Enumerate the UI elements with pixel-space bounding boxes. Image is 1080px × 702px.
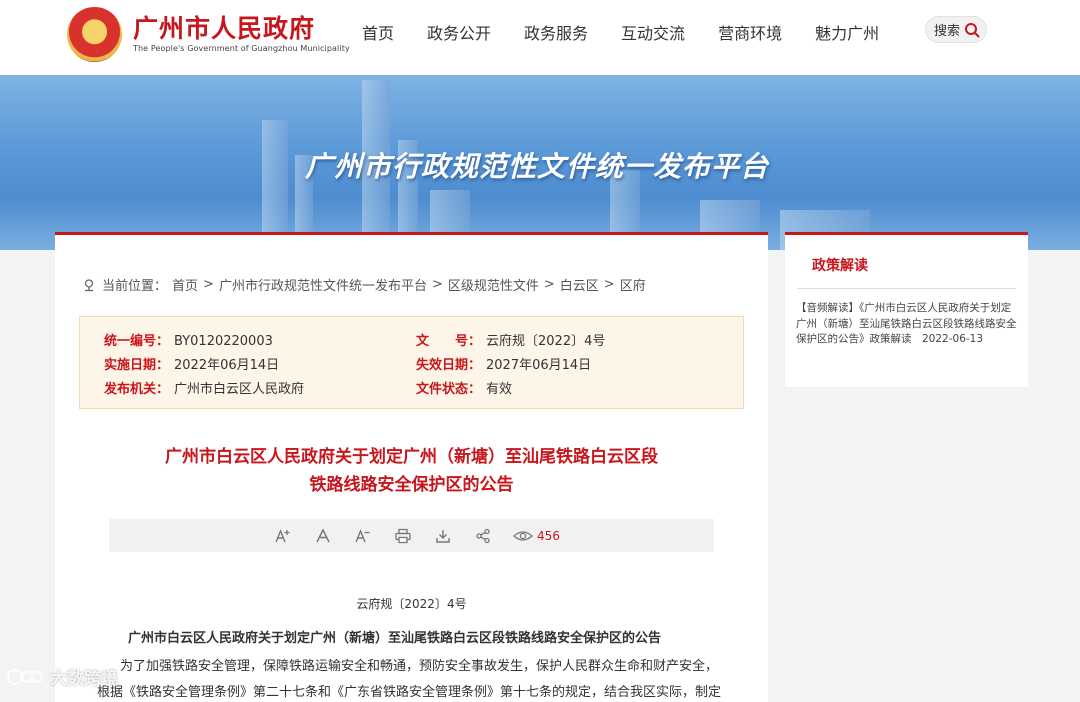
breadcrumb-prefix: 当前位置： — [102, 279, 168, 294]
meta-expire: 失效日期： 2027年06月14日 — [416, 354, 591, 373]
watermark-text: 大数跨境 — [50, 669, 118, 689]
view-count: 456 — [513, 529, 560, 543]
meta-status-label: 文件状态： — [416, 382, 482, 397]
side-panel-link[interactable]: 【音频解读】《广州市白云区人民政府关于划定广州（新塘）至汕尾铁路白云区段铁路线路… — [796, 301, 1018, 348]
breadcrumb-separator: > — [603, 277, 615, 292]
meta-effective-label: 实施日期： — [104, 358, 170, 373]
nav-item-open-gov[interactable]: 政务公开 — [427, 20, 491, 44]
breadcrumb-separator: > — [543, 277, 555, 292]
search-label: 搜索 — [934, 24, 961, 39]
breadcrumb-item-baiyun[interactable]: 白云区 — [560, 275, 599, 294]
breadcrumb-item-home[interactable]: 首页 — [172, 275, 198, 294]
print-button[interactable] — [393, 526, 413, 546]
page-banner: 广州市行政规范性文件统一发布平台 — [0, 75, 1080, 250]
font-decrease-icon — [355, 528, 370, 542]
nav-item-home[interactable]: 首页 — [362, 20, 394, 44]
main-nav: 首页 政务公开 政务服务 互动交流 营商环境 魅力广州 — [362, 20, 912, 44]
download-icon — [436, 529, 450, 543]
meta-doc-no-value: 云府规〔2022〕4号 — [486, 334, 606, 349]
site-logo-title[interactable]: 广州市人民政府 — [133, 9, 315, 45]
breadcrumb-item-platform[interactable]: 广州市行政规范性文件统一发布平台 — [219, 275, 427, 294]
eye-icon — [513, 530, 534, 541]
body-heading: 广州市白云区人民政府关于划定广州（新塘）至汕尾铁路白云区段铁路线路安全保护区的公… — [128, 631, 662, 646]
document-number: 云府规〔2022〕4号 — [356, 597, 467, 611]
meta-effective-value: 2022年06月14日 — [174, 358, 280, 373]
skyline-building — [262, 120, 288, 250]
font-reset-button[interactable] — [313, 526, 333, 546]
site-logo-subtitle: The People's Government of Guangzhou Mun… — [133, 44, 350, 53]
meta-code-value: BY0120220003 — [174, 334, 273, 349]
national-emblem-icon[interactable]: ★ — [67, 7, 122, 62]
breadcrumb-separator: > — [431, 277, 443, 292]
font-decrease-button[interactable] — [353, 526, 373, 546]
site-header: ★ 广州市人民政府 The People's Government of Gua… — [0, 0, 1080, 75]
view-count-value: 456 — [537, 528, 560, 543]
watermark-logo-icon — [7, 668, 43, 685]
document-title: 广州市白云区人民政府关于划定广州（新塘）至汕尾铁路白云区段 铁路线路安全保护区的… — [55, 443, 768, 499]
watermark: 大数跨境 — [6, 664, 118, 689]
divider — [797, 288, 1016, 289]
nav-item-interaction[interactable]: 互动交流 — [621, 20, 685, 44]
meta-expire-label: 失效日期： — [416, 358, 482, 373]
star-icon: ★ — [89, 18, 101, 33]
breadcrumb-separator: > — [203, 277, 214, 292]
body-paragraph-2: 根据《铁路安全管理条例》第二十七条和《广东省铁路安全管理条例》第十七条的规定，结… — [97, 685, 722, 700]
breadcrumb-item-district-docs[interactable]: 区级规范性文件 — [448, 275, 539, 294]
meta-effective: 实施日期： 2022年06月14日 — [104, 354, 279, 373]
share-button[interactable] — [473, 526, 493, 546]
banner-title: 广州市行政规范性文件统一发布平台 — [305, 150, 770, 183]
side-panel-title: 政策解读 — [812, 258, 868, 274]
download-button[interactable] — [433, 526, 453, 546]
font-increase-button[interactable] — [273, 526, 293, 546]
meta-expire-value: 2027年06月14日 — [486, 358, 592, 373]
body-paragraph-1: 为了加强铁路安全管理，保障铁路运输安全和畅通，预防安全事故发生，保护人民群众生命… — [120, 659, 719, 674]
font-reset-icon — [316, 527, 330, 542]
nav-item-business[interactable]: 营商环境 — [718, 20, 782, 44]
location-pin-icon — [84, 278, 94, 291]
meta-doc-no: 文 号： 云府规〔2022〕4号 — [416, 330, 605, 349]
meta-status-value: 有效 — [486, 382, 513, 397]
meta-issuer: 发布机关： 广州市白云区人民政府 — [104, 378, 304, 397]
meta-status: 文件状态： 有效 — [416, 378, 512, 397]
search-button[interactable]: 搜索 — [925, 16, 987, 43]
share-icon — [476, 528, 490, 543]
meta-doc-no-label: 文 号： — [416, 334, 482, 349]
nav-item-services[interactable]: 政务服务 — [524, 20, 588, 44]
meta-code-label: 统一编号： — [104, 334, 170, 349]
meta-issuer-value: 广州市白云区人民政府 — [174, 382, 305, 397]
nav-item-charm[interactable]: 魅力广州 — [815, 20, 879, 44]
document-meta-box: 统一编号： BY0120220003 文 号： 云府规〔2022〕4号 实施日期： 2… — [79, 316, 744, 409]
search-icon — [965, 22, 980, 37]
print-icon — [395, 528, 411, 543]
document-title-line2: 铁路线路安全保护区的公告 — [309, 475, 514, 495]
font-increase-icon — [275, 528, 290, 542]
document-title-line1: 广州市白云区人民政府关于划定广州（新塘）至汕尾铁路白云区段 — [165, 447, 658, 467]
policy-interpretation-panel: 政策解读 【音频解读】《广州市白云区人民政府关于划定广州（新塘）至汕尾铁路白云区… — [785, 232, 1028, 387]
breadcrumb-item-district-gov[interactable]: 区府 — [620, 275, 646, 294]
document-toolbar: 456 — [109, 519, 714, 552]
document-panel: 当前位置： 首页 > 广州市行政规范性文件统一发布平台 > 区级规范性文件 > … — [55, 232, 768, 702]
meta-issuer-label: 发布机关： — [104, 382, 170, 397]
meta-code: 统一编号： BY0120220003 — [104, 330, 273, 349]
breadcrumb: 当前位置： 首页 > 广州市行政规范性文件统一发布平台 > 区级规范性文件 > … — [82, 275, 651, 294]
